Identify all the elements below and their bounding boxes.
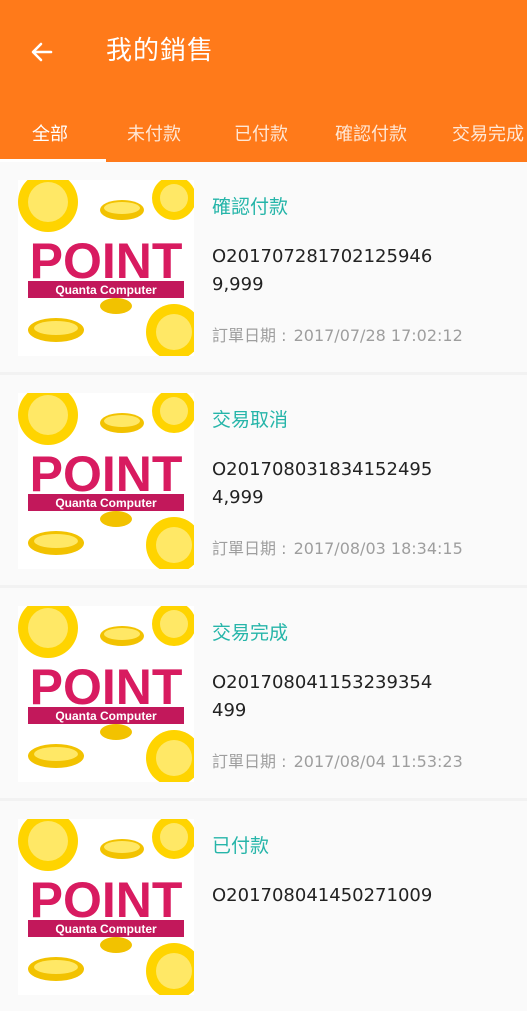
order-number: O201708041153239354 — [212, 672, 433, 693]
product-image: POINT Quanta Computer — [18, 819, 194, 995]
brand-subtitle: Quanta Computer — [55, 496, 157, 510]
order-number: O201708031834152495 — [212, 459, 433, 480]
order-date: 訂單日期 : 2017/07/28 17:02:12 — [212, 322, 463, 346]
order-status: 交易完成 — [212, 622, 289, 644]
tab-bar: 全部 未付款 已付款 確認付款 交易完成 — [0, 104, 527, 162]
order-date: 訂單日期 : 2017/08/03 18:34:15 — [212, 535, 463, 559]
order-amount: 4,999 — [212, 487, 264, 508]
order-date: 訂單日期 : 2017/08/04 11:53:23 — [212, 748, 463, 772]
brand-text: POINT — [30, 872, 183, 928]
brand-text: POINT — [30, 233, 183, 289]
order-date-label: 訂單日期 : — [212, 326, 287, 345]
order-number: O201707281702125946 — [212, 246, 433, 267]
brand-subtitle: Quanta Computer — [55, 922, 157, 936]
product-image: POINT Quanta Computer — [18, 393, 194, 569]
order-date-label: 訂單日期 : — [212, 752, 287, 771]
tab-payment-confirmed[interactable]: 確認付款 — [335, 104, 407, 162]
brand-subtitle: Quanta Computer — [55, 709, 157, 723]
order-status: 確認付款 — [212, 196, 289, 218]
order-amount: 9,999 — [212, 274, 264, 295]
point-coins-image: POINT Quanta Computer — [18, 606, 194, 782]
arrow-left-icon — [31, 42, 53, 62]
order-date-value: 2017/08/04 11:53:23 — [293, 752, 463, 771]
brand-text: POINT — [30, 659, 183, 715]
order-date-value: 2017/07/28 17:02:12 — [293, 326, 463, 345]
order-number: O201708041450271009 — [212, 885, 433, 906]
order-card[interactable]: POINT Quanta Computer 交易取消 O201708031834… — [0, 375, 527, 585]
order-card[interactable]: POINT Quanta Computer 已付款 O2017080414502… — [0, 801, 527, 1011]
order-amount: 499 — [212, 700, 247, 721]
tab-unpaid[interactable]: 未付款 — [127, 104, 181, 162]
back-button[interactable] — [24, 34, 60, 70]
app-bar: 我的銷售 全部 未付款 已付款 確認付款 交易完成 — [0, 0, 527, 162]
product-image: POINT Quanta Computer — [18, 606, 194, 782]
point-coins-image: POINT Quanta Computer — [18, 819, 194, 995]
tab-all[interactable]: 全部 — [32, 104, 68, 162]
brand-text: POINT — [30, 446, 183, 502]
order-date-label: 訂單日期 : — [212, 539, 287, 558]
brand-subtitle: Quanta Computer — [55, 283, 157, 297]
product-image: POINT Quanta Computer — [18, 180, 194, 356]
order-date-value: 2017/08/03 18:34:15 — [293, 539, 463, 558]
point-coins-image: POINT Quanta Computer — [18, 180, 194, 356]
page-title: 我的銷售 — [106, 36, 215, 66]
tab-paid[interactable]: 已付款 — [234, 104, 288, 162]
order-card[interactable]: POINT Quanta Computer 交易完成 O201708041153… — [0, 588, 527, 798]
order-card[interactable]: POINT Quanta Computer 確認付款 O201707281702… — [0, 162, 527, 372]
point-coins-image: POINT Quanta Computer — [18, 393, 194, 569]
order-status: 已付款 — [212, 835, 270, 857]
tab-transaction-complete[interactable]: 交易完成 — [452, 104, 524, 162]
order-status: 交易取消 — [212, 409, 289, 431]
